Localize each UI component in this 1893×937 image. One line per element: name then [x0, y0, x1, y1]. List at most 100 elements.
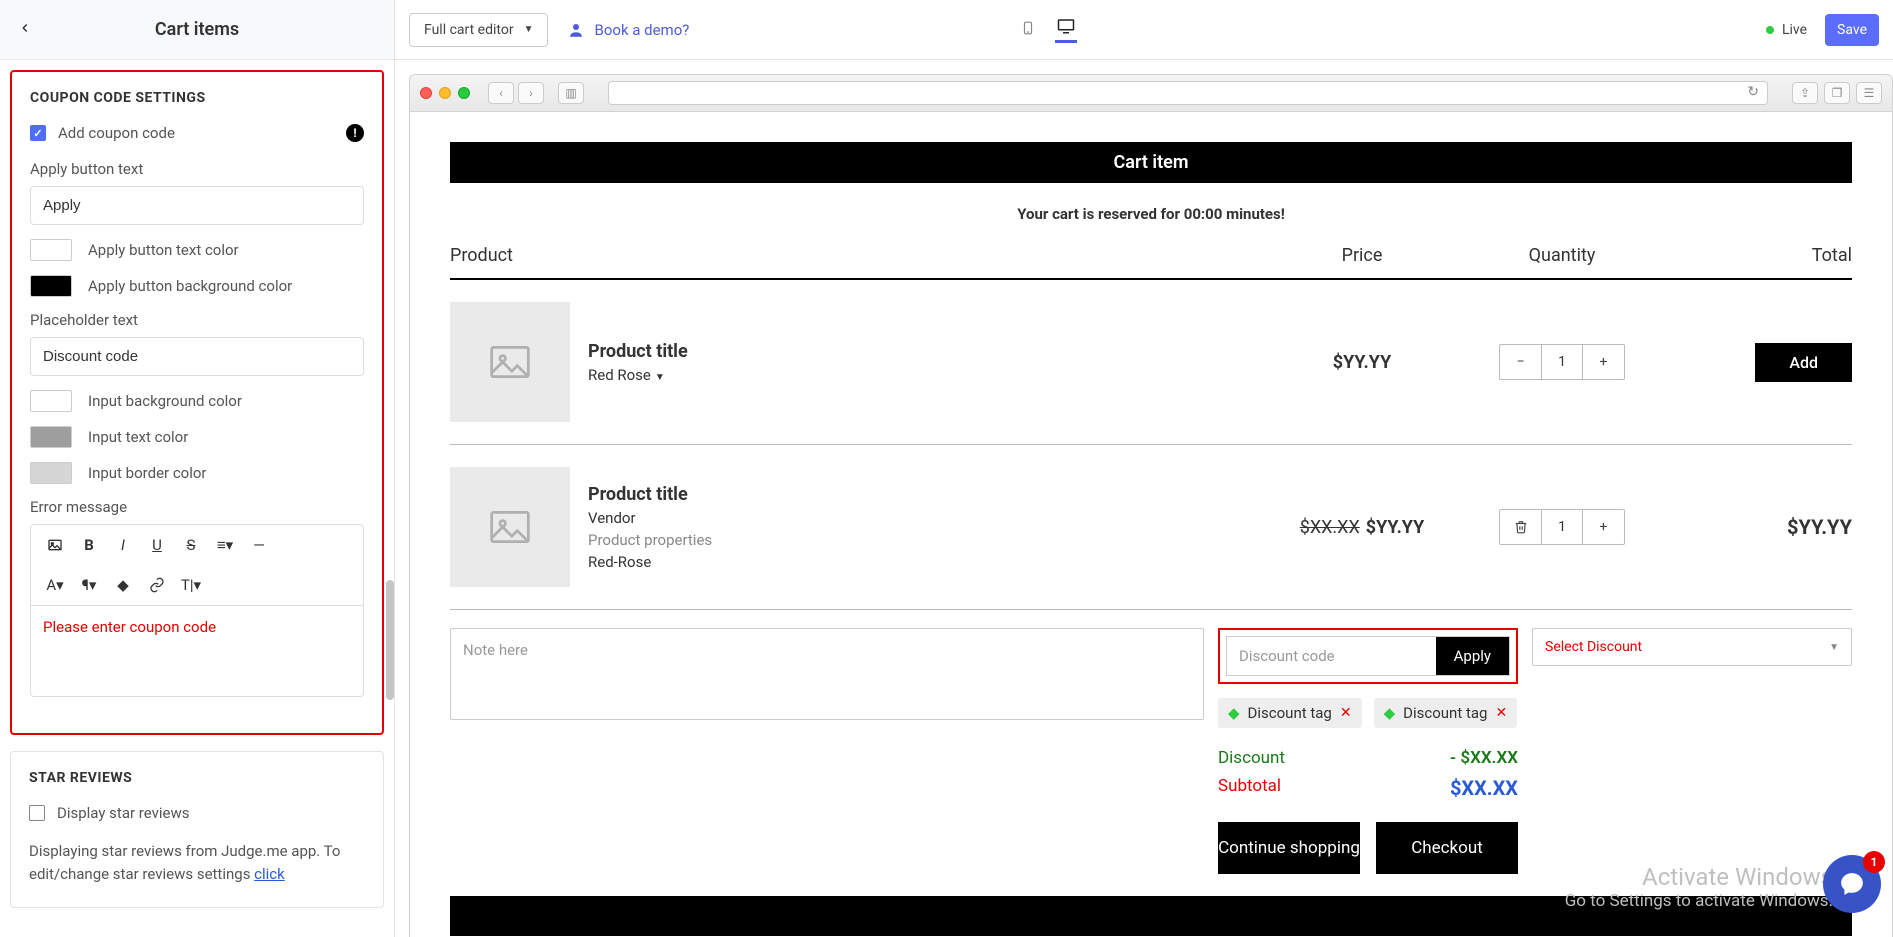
error-message-content[interactable]: Please enter coupon code	[31, 606, 363, 696]
sidebar-header: Cart items	[0, 0, 394, 60]
editor-mode-label: Full cart editor	[424, 22, 514, 38]
mobile-device-icon[interactable]	[1017, 17, 1039, 43]
rte-drop-icon[interactable]: ◆	[107, 571, 139, 599]
input-border-color-swatch[interactable]	[30, 462, 72, 484]
rte-bold-icon[interactable]: B	[73, 531, 105, 559]
add-coupon-label: Add coupon code	[58, 124, 175, 142]
coupon-section-title: COUPON CODE SETTINGS	[30, 90, 364, 106]
browser-more-icon[interactable]: ☰	[1856, 82, 1882, 104]
rte-hr-icon[interactable]: —	[243, 531, 275, 559]
remove-tag-icon[interactable]: ✕	[1495, 705, 1507, 721]
browser-back-icon[interactable]: ‹	[488, 82, 514, 104]
save-button[interactable]: Save	[1825, 14, 1879, 46]
discount-select-dropdown[interactable]: Select Discount ▼	[1532, 628, 1852, 666]
qty-value: 1	[1542, 510, 1582, 544]
placeholder-text-input[interactable]	[30, 337, 364, 376]
desktop-device-icon[interactable]	[1055, 17, 1077, 43]
rte-italic-icon[interactable]: I	[107, 531, 139, 559]
product-price: $YY.YY	[1272, 352, 1452, 373]
discount-tag: ◆ Discount tag ✕	[1374, 698, 1518, 728]
sidebar-scroll: COUPON CODE SETTINGS Add coupon code ! A…	[0, 60, 394, 937]
rte-paragraph-icon[interactable]: ¶▾	[73, 571, 105, 599]
scrollbar-thumb[interactable]	[386, 580, 394, 700]
star-reviews-title: STAR REVIEWS	[29, 770, 365, 786]
add-button[interactable]: Add	[1755, 343, 1852, 382]
rte-image-icon[interactable]	[39, 531, 71, 559]
live-label: Live	[1782, 22, 1807, 38]
qty-value: 1	[1542, 345, 1582, 379]
line-total: $YY.YY	[1787, 515, 1852, 539]
apply-text-color-label: Apply button text color	[88, 241, 239, 259]
checkout-button[interactable]: Checkout	[1376, 822, 1518, 874]
header-product: Product	[450, 245, 1272, 266]
browser-forward-icon[interactable]: ›	[518, 82, 544, 104]
coupon-code-settings-panel: COUPON CODE SETTINGS Add coupon code ! A…	[10, 70, 384, 735]
browser-share-icon[interactable]: ⇪	[1792, 82, 1818, 104]
rte-strike-icon[interactable]: S	[175, 531, 207, 559]
coupon-apply-button[interactable]: Apply	[1436, 637, 1509, 675]
star-reviews-panel: STAR REVIEWS Display star reviews Displa…	[10, 751, 384, 908]
info-icon[interactable]: !	[346, 124, 364, 142]
continue-shopping-button[interactable]: Continue shopping	[1218, 822, 1360, 874]
back-icon[interactable]	[18, 19, 32, 40]
input-bg-color-swatch[interactable]	[30, 390, 72, 412]
address-bar[interactable]	[608, 81, 1768, 105]
traffic-close-icon	[420, 87, 432, 99]
coupon-code-box: Discount code Apply	[1218, 628, 1518, 684]
live-status: Live	[1766, 22, 1807, 38]
note-input[interactable]: Note here	[450, 628, 1204, 720]
apply-text-color-swatch[interactable]	[30, 239, 72, 261]
placeholder-text-label: Placeholder text	[30, 311, 364, 329]
header-total: Total	[1672, 245, 1852, 266]
apply-button-text-input[interactable]	[30, 186, 364, 225]
product-title: Product title	[588, 484, 712, 505]
display-star-reviews-label: Display star reviews	[57, 804, 189, 822]
display-star-reviews-checkbox[interactable]	[29, 805, 45, 821]
header-quantity: Quantity	[1452, 245, 1672, 266]
input-text-color-swatch[interactable]	[30, 426, 72, 448]
star-reviews-link[interactable]: click	[254, 865, 285, 883]
qty-increase-button[interactable]: +	[1582, 510, 1624, 544]
qty-increase-button[interactable]: +	[1582, 345, 1624, 379]
product-price: $XX.XX$YY.YY	[1272, 517, 1452, 538]
cart-row: Product title Vendor Product properties …	[450, 445, 1852, 610]
preview-frame: Cart item Your cart is reserved for 00:0…	[409, 112, 1893, 937]
book-demo-link[interactable]: Book a demo?	[566, 20, 689, 40]
chat-bubble[interactable]: 1	[1823, 855, 1881, 913]
product-thumbnail	[450, 467, 570, 587]
footer-bar	[450, 896, 1852, 936]
rte-font-icon[interactable]: A▾	[39, 571, 71, 599]
qty-decrease-button[interactable]: −	[1500, 345, 1542, 379]
apply-bg-color-swatch[interactable]	[30, 275, 72, 297]
live-dot-icon	[1766, 26, 1774, 34]
topbar: Full cart editor ▼ Book a demo? Live	[395, 0, 1893, 60]
input-border-color-label: Input border color	[88, 464, 207, 482]
rte-link-icon[interactable]	[141, 571, 173, 599]
discount-tag: ◆ Discount tag ✕	[1218, 698, 1362, 728]
rte-align-icon[interactable]: ≡▾	[209, 531, 241, 559]
book-demo-label: Book a demo?	[594, 21, 689, 39]
remove-tag-icon[interactable]: ✕	[1340, 705, 1352, 721]
tag-icon: ◆	[1384, 704, 1396, 722]
cart-banner: Cart item	[450, 142, 1852, 183]
editor-mode-dropdown[interactable]: Full cart editor ▼	[409, 13, 548, 47]
tag-icon: ◆	[1228, 704, 1240, 722]
browser-tabs-icon[interactable]: ❐	[1824, 82, 1850, 104]
product-title: Product title	[588, 341, 688, 362]
browser-sidebar-icon[interactable]: ▥	[558, 82, 584, 104]
sidebar-title: Cart items	[155, 19, 239, 40]
coupon-code-input[interactable]: Discount code	[1227, 637, 1436, 675]
error-message-editor: B I U S ≡▾ — A▾ ¶▾ ◆ T|▾	[30, 524, 364, 697]
error-message-text: Please enter coupon code	[43, 618, 216, 636]
reserved-text: Your cart is reserved for 00:00 minutes!	[450, 205, 1852, 223]
input-bg-color-label: Input background color	[88, 392, 242, 410]
rte-underline-icon[interactable]: U	[141, 531, 173, 559]
rte-clear-icon[interactable]: T|▾	[175, 571, 207, 599]
discount-label: Discount	[1218, 748, 1285, 768]
apply-bg-color-label: Apply button background color	[88, 277, 292, 295]
qty-delete-button[interactable]	[1500, 510, 1542, 544]
product-variant-dropdown[interactable]: Red Rose▼	[588, 366, 688, 384]
product-vendor: Vendor	[588, 509, 712, 527]
add-coupon-checkbox[interactable]	[30, 125, 46, 141]
preview-wrap: ‹ › ▥ ⇪ ❐ ☰ Cart item Your cart is reser…	[395, 60, 1893, 937]
